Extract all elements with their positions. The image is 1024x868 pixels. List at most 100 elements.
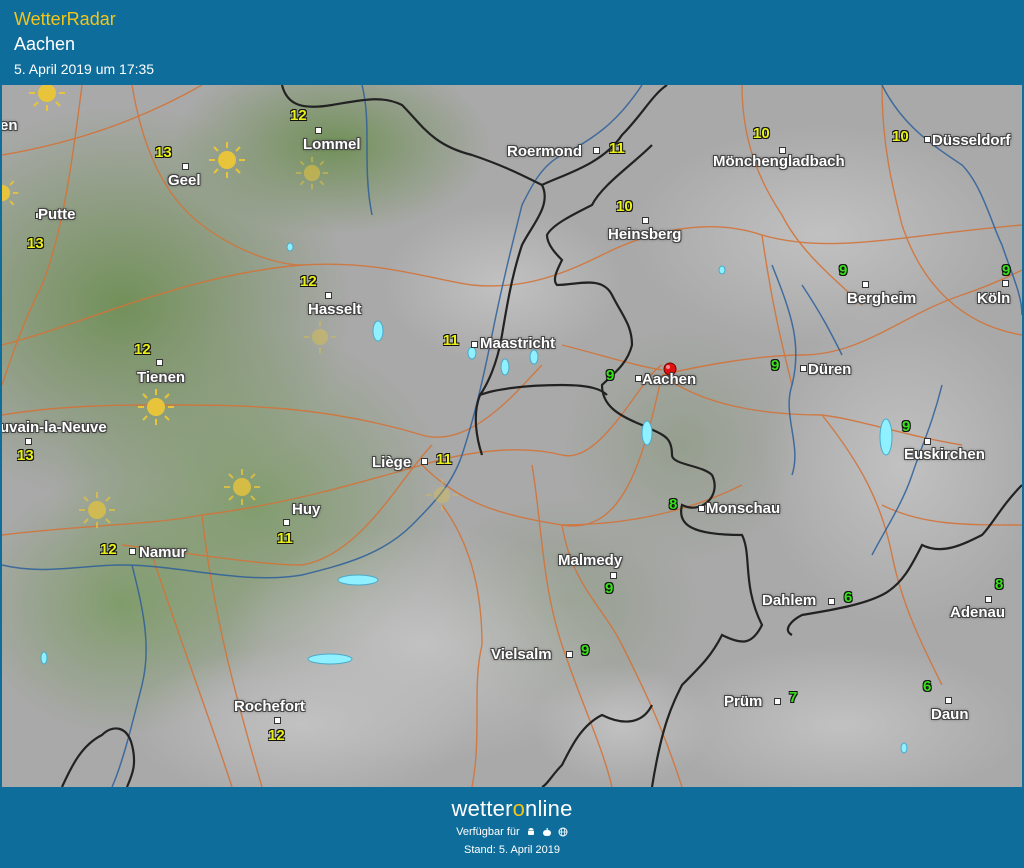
sun-icon (79, 492, 115, 528)
web-icon[interactable] (558, 827, 568, 837)
sun-icon (303, 320, 337, 354)
temp-dahlem: 6 (844, 589, 853, 606)
temp-malmedy: 9 (605, 580, 614, 597)
temp-roermond: 11 (609, 140, 625, 157)
town-marker (129, 548, 136, 555)
town-marker (471, 341, 478, 348)
radar-timestamp: 5. April 2019 um 17:35 (14, 61, 155, 77)
town-marker (800, 365, 807, 372)
temp-moenchengladbach: 10 (753, 125, 770, 142)
temp-geel: 13 (155, 144, 172, 161)
sun-icon (209, 142, 245, 178)
town-marker (156, 359, 163, 366)
footer: wetteronline Verfügbar für Stand: 5. Apr… (0, 788, 1024, 868)
town-marker (1002, 280, 1009, 287)
town-marker (421, 458, 428, 465)
header: WetterRadar Aachen 5. April 2019 um 17:3… (0, 0, 1024, 84)
town-koeln[interactable]: Köln (977, 290, 1010, 307)
town-marker (924, 438, 931, 445)
town-marker (635, 375, 642, 382)
town-marker (642, 217, 649, 224)
temp-pruem: 7 (789, 689, 798, 706)
town-pruem[interactable]: Prüm (724, 693, 762, 710)
sun-icon (29, 85, 65, 111)
data-as-of: Stand: 5. April 2019 (463, 844, 560, 856)
town-marker (924, 136, 931, 143)
town-bergheim[interactable]: Bergheim (847, 290, 916, 307)
town-monschau[interactable]: Monschau (706, 500, 780, 517)
town-hasselt[interactable]: Hasselt (308, 301, 361, 318)
temp-putte: 13 (27, 235, 44, 252)
town-marker (283, 519, 290, 526)
town-marker (985, 596, 992, 603)
location-name: Aachen (14, 34, 76, 54)
town-dueren[interactable]: Düren (808, 361, 851, 378)
temp-bergheim: 9 (839, 262, 848, 279)
app-frame: WetterRadar Aachen 5. April 2019 um 17:3… (0, 0, 1024, 868)
temp-maastricht: 11 (443, 332, 459, 349)
sun-icon (295, 156, 329, 190)
town-louvain[interactable]: uvain-la-Neuve (2, 419, 107, 436)
app-title: WetterRadar (14, 9, 116, 29)
radar-map[interactable]: Lommel 12 Roermond 11 Mönchengladbach 10… (2, 85, 1022, 787)
town-rochefort[interactable]: Rochefort (234, 698, 305, 715)
temp-duesseldorf: 10 (892, 128, 909, 145)
town-aachen[interactable]: Aachen (642, 371, 696, 388)
temp-dueren: 9 (771, 357, 780, 374)
town-maastricht[interactable]: Maastricht (480, 335, 555, 352)
town-huy[interactable]: Huy (292, 501, 320, 518)
temp-heinsberg: 10 (616, 198, 633, 215)
town-vielsalm[interactable]: Vielsalm (491, 646, 552, 663)
town-marker (325, 292, 332, 299)
town-namur[interactable]: Namur (139, 544, 187, 561)
town-roermond[interactable]: Roermond (507, 143, 582, 160)
sun-icon (2, 180, 19, 206)
town-adenau[interactable]: Adenau (950, 604, 1005, 621)
temp-koeln: 9 (1002, 262, 1011, 279)
town-marker (698, 505, 705, 512)
temp-huy: 11 (277, 530, 293, 547)
map-base (2, 85, 1022, 787)
town-marker (774, 698, 781, 705)
town-liege[interactable]: Liège (372, 454, 411, 471)
town-duesseldorf[interactable]: Düsseldorf (932, 132, 1010, 149)
temp-tienen: 12 (134, 341, 151, 358)
town-putte[interactable]: Putte (38, 206, 76, 223)
town-marker (566, 651, 573, 658)
sun-icon (138, 389, 174, 425)
temp-namur: 12 (100, 541, 117, 558)
town-marker (593, 147, 600, 154)
town-dahlem[interactable]: Dahlem (762, 592, 816, 609)
town-marker (862, 281, 869, 288)
temp-louvain: 13 (17, 447, 34, 464)
sun-icon (425, 478, 459, 512)
town-geel[interactable]: Geel (168, 172, 201, 189)
town-marker (610, 572, 617, 579)
town-marker (828, 598, 835, 605)
brand-accent-letter: o (512, 796, 526, 821)
brand-logo[interactable]: wetteronline (0, 796, 1024, 822)
temp-daun: 6 (923, 678, 932, 695)
town-malmedy[interactable]: Malmedy (558, 552, 622, 569)
town-daun[interactable]: Daun (931, 706, 969, 723)
town-lommel[interactable]: Lommel (303, 136, 361, 153)
town-heinsberg[interactable]: Heinsberg (608, 226, 681, 243)
availability-label: Verfügbar für (456, 826, 520, 838)
android-icon[interactable] (526, 827, 536, 837)
town-tienen[interactable]: Tienen (137, 369, 185, 386)
town-marker (182, 163, 189, 170)
temp-hasselt: 12 (300, 273, 317, 290)
town-euskirchen[interactable]: Euskirchen (904, 446, 985, 463)
temp-liege: 11 (436, 451, 452, 468)
availability-row: Verfügbar für (0, 826, 1024, 838)
apple-icon[interactable] (542, 827, 552, 837)
temp-vielsalm: 9 (581, 642, 590, 659)
temp-lommel: 12 (290, 107, 307, 124)
town-moenchengladbach[interactable]: Mönchengladbach (713, 153, 845, 170)
town-edge-label[interactable]: en (2, 117, 18, 134)
sun-icon (224, 469, 260, 505)
town-marker (274, 717, 281, 724)
temp-adenau: 8 (995, 576, 1004, 593)
town-marker (945, 697, 952, 704)
temp-monschau: 8 (669, 496, 678, 513)
